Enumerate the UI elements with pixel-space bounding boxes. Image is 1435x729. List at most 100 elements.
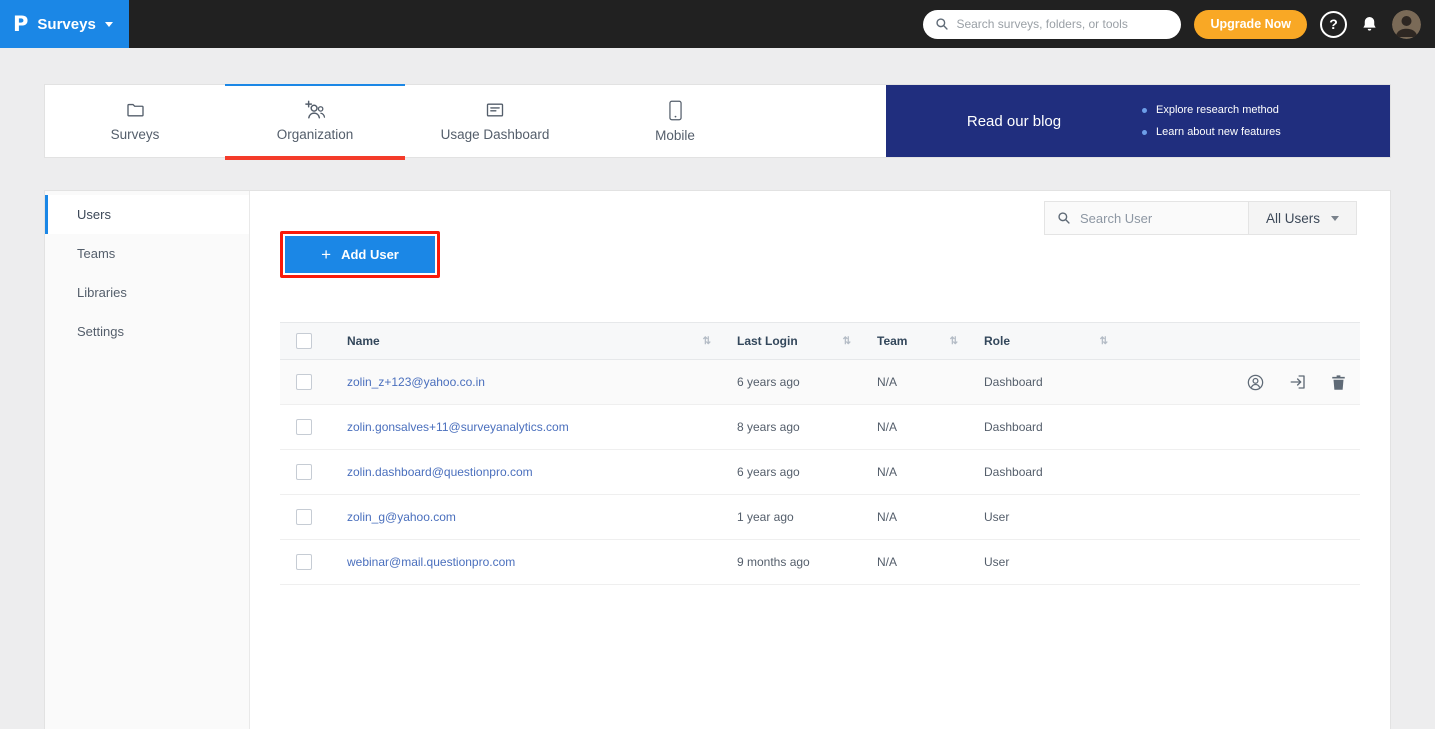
search-user-input[interactable] [1080,211,1236,226]
topbar-right: Upgrade Now ? [923,10,1435,39]
sidebar-item-label: Teams [77,246,115,261]
login-as-user-button[interactable] [1246,373,1265,392]
sidebar-item-settings[interactable]: Settings [45,312,249,351]
global-search-input[interactable] [956,17,1169,31]
column-header-last-login[interactable]: Last Login [737,334,798,348]
upgrade-now-button[interactable]: Upgrade Now [1194,10,1307,39]
sidebar-item-label: Libraries [77,285,127,300]
last-login-value: 6 years ago [737,375,800,389]
last-login-value: 6 years ago [737,465,800,479]
search-user-box[interactable] [1044,201,1249,235]
organization-panel: Users Teams Libraries Settings All Users… [44,190,1391,729]
team-value: N/A [877,420,897,434]
avatar-photo-icon [1392,10,1421,39]
sort-icon[interactable]: ⇅ [843,336,851,347]
blog-title-link[interactable]: Read our blog [886,113,1142,130]
last-login-value: 9 months ago [737,555,810,569]
user-name-link[interactable]: webinar@mail.questionpro.com [347,555,515,569]
sidebar-item-label: Users [77,207,111,222]
blog-bullet-list: Explore research method Learn about new … [1142,104,1281,138]
sign-in-button[interactable] [1289,373,1307,391]
column-header-name[interactable]: Name [347,334,380,348]
select-all-checkbox[interactable] [296,333,312,349]
tab-label: Organization [277,127,354,142]
role-value: User [984,555,1009,569]
question-mark-icon: ? [1329,16,1338,32]
team-value: N/A [877,510,897,524]
user-name-link[interactable]: zolin.dashboard@questionpro.com [347,465,533,479]
row-checkbox[interactable] [296,374,312,390]
row-checkbox[interactable] [296,464,312,480]
org-sidebar: Users Teams Libraries Settings [45,191,250,729]
row-checkbox[interactable] [296,554,312,570]
blog-bullet: Learn about new features [1142,126,1281,138]
table-header-row: Name ⇅ Last Login ⇅ Team ⇅ Role ⇅ [280,322,1360,360]
delete-user-button[interactable] [1331,374,1346,391]
tab-mobile[interactable]: Mobile [585,85,765,157]
sort-icon[interactable]: ⇅ [1100,336,1108,347]
user-name-link[interactable]: zolin_z+123@yahoo.co.in [347,375,485,389]
filter-label: All Users [1266,211,1320,226]
trash-icon [1331,374,1346,391]
role-value: User [984,510,1009,524]
row-checkbox[interactable] [296,509,312,525]
chevron-down-icon [105,22,113,27]
notifications-button[interactable] [1360,15,1379,34]
role-value: Dashboard [984,375,1043,389]
help-button[interactable]: ? [1320,11,1347,38]
sidebar-item-teams[interactable]: Teams [45,234,249,273]
team-value: N/A [877,465,897,479]
bullet-dot-icon [1142,130,1147,135]
bullet-dot-icon [1142,108,1147,113]
sidebar-item-libraries[interactable]: Libraries [45,273,249,312]
questionpro-logo: P [13,14,28,35]
team-value: N/A [877,555,897,569]
last-login-value: 8 years ago [737,420,800,434]
product-switcher[interactable]: P Surveys [0,0,129,48]
search-icon [935,17,949,31]
add-user-label: Add User [341,247,399,262]
sort-icon[interactable]: ⇅ [950,336,958,347]
row-checkbox[interactable] [296,419,312,435]
product-name: Surveys [37,16,95,33]
user-filter-dropdown[interactable]: All Users [1249,201,1357,235]
user-list-controls: All Users [1044,201,1357,235]
plus-icon: + [321,246,331,263]
tab-label: Usage Dashboard [441,127,550,142]
tab-usage-dashboard[interactable]: Usage Dashboard [405,85,585,157]
user-name-link[interactable]: zolin_g@yahoo.com [347,510,456,524]
add-people-icon [303,100,327,120]
blog-bullet-text: Explore research method [1156,104,1279,116]
global-search[interactable] [923,10,1181,39]
dashboard-icon [484,100,506,120]
role-value: Dashboard [984,465,1043,479]
role-value: Dashboard [984,420,1043,434]
tab-label: Surveys [111,127,160,142]
folder-icon [125,100,146,120]
avatar[interactable] [1392,10,1421,39]
bell-icon [1360,15,1379,34]
column-header-role[interactable]: Role [984,334,1010,348]
mobile-phone-icon [668,100,683,121]
user-row: zolin.dashboard@questionpro.com 6 years … [280,450,1360,495]
blog-banner: Read our blog Explore research method Le… [886,85,1390,157]
sign-in-icon [1289,373,1307,391]
sidebar-item-label: Settings [77,324,124,339]
sidebar-item-users[interactable]: Users [45,195,249,234]
tab-organization[interactable]: Organization [225,85,405,157]
add-user-button[interactable]: + Add User [285,236,435,273]
user-row: zolin_g@yahoo.com 1 year ago N/A User [280,495,1360,540]
last-login-value: 1 year ago [737,510,794,524]
topbar: P Surveys Upgrade Now ? [0,0,1435,48]
tab-surveys[interactable]: Surveys [45,85,225,157]
login-as-user-icon [1246,373,1265,392]
tab-label: Mobile [655,128,695,143]
user-name-link[interactable]: zolin.gonsalves+11@surveyanalytics.com [347,420,569,434]
sort-icon[interactable]: ⇅ [703,336,711,347]
user-row: webinar@mail.questionpro.com 9 months ag… [280,540,1360,585]
blog-bullet: Explore research method [1142,104,1281,116]
user-row: zolin.gonsalves+11@surveyanalytics.com 8… [280,405,1360,450]
column-header-team[interactable]: Team [877,334,907,348]
search-icon [1057,211,1071,225]
users-content: All Users + Add User Name ⇅ Last Login ⇅ T… [250,191,1390,729]
